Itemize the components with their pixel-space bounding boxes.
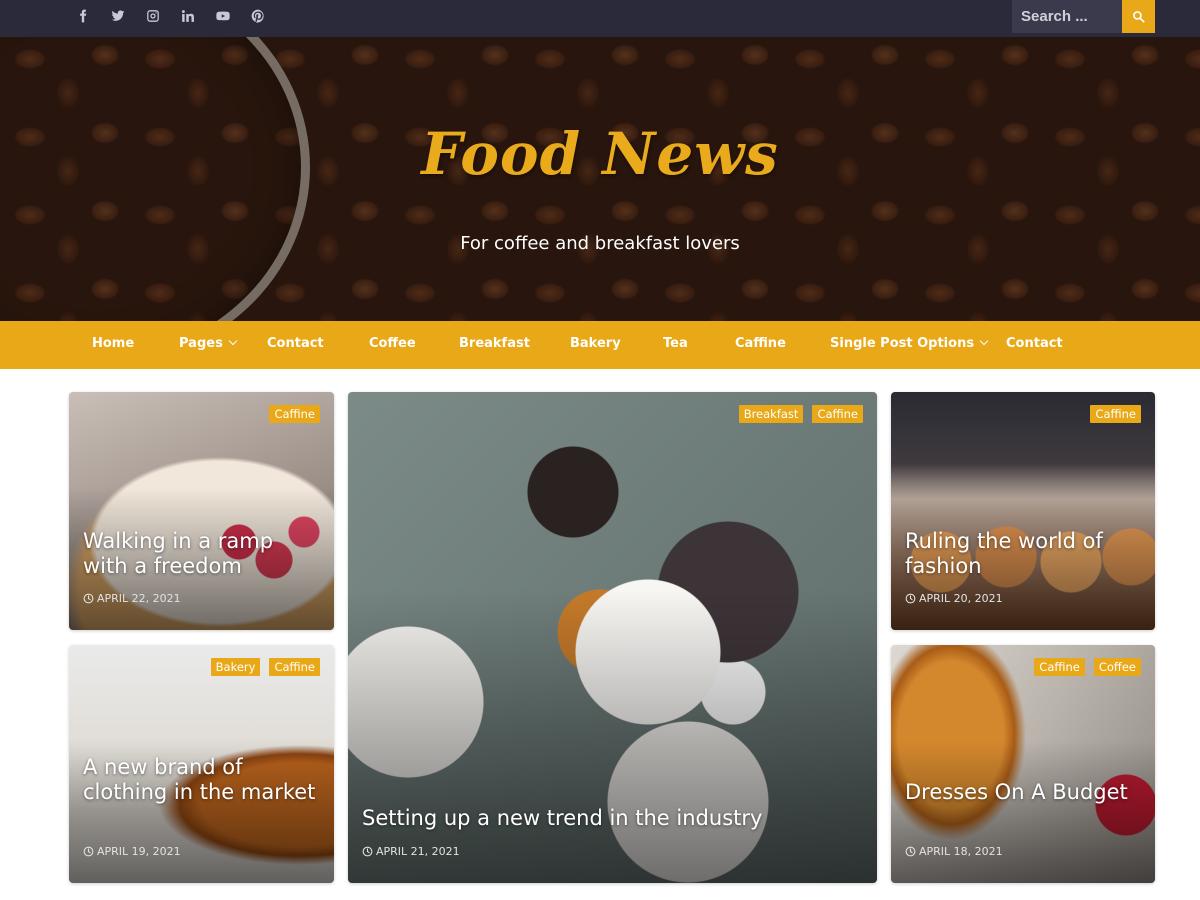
chevron-down-icon xyxy=(979,336,989,346)
search-input[interactable] xyxy=(1012,0,1122,33)
main-nav: Home Pages Contact Coffee Breakfast Bake… xyxy=(0,321,1200,369)
tag-badge[interactable]: Caffine xyxy=(269,405,320,423)
post-tags: Bakery Caffine xyxy=(210,658,320,676)
post-date: APRIL 21, 2021 xyxy=(362,845,460,858)
search-button[interactable] xyxy=(1122,0,1155,33)
clock-icon xyxy=(362,846,373,857)
post-title[interactable]: Dresses On A Budget xyxy=(905,780,1143,805)
nav-item-tea[interactable]: Tea xyxy=(663,321,688,369)
nav-item-contact[interactable]: Contact xyxy=(267,321,324,369)
post-tags: Caffine xyxy=(1090,405,1141,423)
site-title[interactable]: Food News xyxy=(0,120,1200,188)
nav-item-pages[interactable]: Pages xyxy=(179,321,238,369)
instagram-icon[interactable] xyxy=(142,5,164,27)
featured-post-card[interactable]: Breakfast Caffine Setting up a new trend… xyxy=(348,392,877,883)
hero-banner: Food News For coffee and breakfast lover… xyxy=(0,37,1200,321)
nav-item-contact-2[interactable]: Contact xyxy=(1006,321,1063,369)
post-title[interactable]: Ruling the world of fashion xyxy=(905,529,1143,579)
clock-icon xyxy=(83,593,94,604)
post-title[interactable]: Setting up a new trend in the industry xyxy=(362,806,865,831)
nav-item-caffine[interactable]: Caffine xyxy=(735,321,786,369)
tag-badge[interactable]: Caffine xyxy=(1034,658,1085,676)
top-bar xyxy=(0,0,1200,37)
site-tagline: For coffee and breakfast lovers xyxy=(460,233,740,254)
post-date: APRIL 19, 2021 xyxy=(83,845,181,858)
nav-item-bakery[interactable]: Bakery xyxy=(570,321,621,369)
tag-badge[interactable]: Caffine xyxy=(269,658,320,676)
twitter-icon[interactable] xyxy=(107,5,129,27)
nav-item-single-post-options[interactable]: Single Post Options xyxy=(830,321,989,369)
post-card[interactable]: Bakery Caffine A new brand of clothing i… xyxy=(69,645,334,883)
post-title[interactable]: Walking in a ramp with a freedom xyxy=(83,529,322,579)
clock-icon xyxy=(83,846,94,857)
post-date: APRIL 20, 2021 xyxy=(905,592,1003,605)
facebook-icon[interactable] xyxy=(72,5,94,27)
post-tags: Caffine Coffee xyxy=(1034,658,1141,676)
post-date: APRIL 22, 2021 xyxy=(83,592,181,605)
pinterest-icon[interactable] xyxy=(247,5,269,27)
chevron-down-icon xyxy=(228,336,238,346)
nav-item-home[interactable]: Home xyxy=(92,321,134,369)
tag-badge[interactable]: Breakfast xyxy=(738,405,804,423)
nav-item-breakfast[interactable]: Breakfast xyxy=(459,321,530,369)
post-date: APRIL 18, 2021 xyxy=(905,845,1003,858)
post-tags: Caffine xyxy=(269,405,320,423)
tag-badge[interactable]: Caffine xyxy=(1090,405,1141,423)
tag-badge[interactable]: Coffee xyxy=(1093,658,1141,676)
clock-icon xyxy=(905,593,916,604)
social-links xyxy=(72,0,282,32)
tag-badge[interactable]: Bakery xyxy=(210,658,261,676)
linkedin-icon[interactable] xyxy=(177,5,199,27)
post-card[interactable]: Caffine Coffee Dresses On A Budget APRIL… xyxy=(891,645,1155,883)
tag-badge[interactable]: Caffine xyxy=(812,405,863,423)
post-title[interactable]: A new brand of clothing in the market xyxy=(83,755,322,805)
nav-item-coffee[interactable]: Coffee xyxy=(369,321,416,369)
post-card[interactable]: Caffine Ruling the world of fashion APRI… xyxy=(891,392,1155,630)
search-icon xyxy=(1133,11,1145,23)
post-card[interactable]: Caffine Walking in a ramp with a freedom… xyxy=(69,392,334,630)
clock-icon xyxy=(905,846,916,857)
youtube-icon[interactable] xyxy=(212,5,234,27)
post-tags: Breakfast Caffine xyxy=(738,405,863,423)
